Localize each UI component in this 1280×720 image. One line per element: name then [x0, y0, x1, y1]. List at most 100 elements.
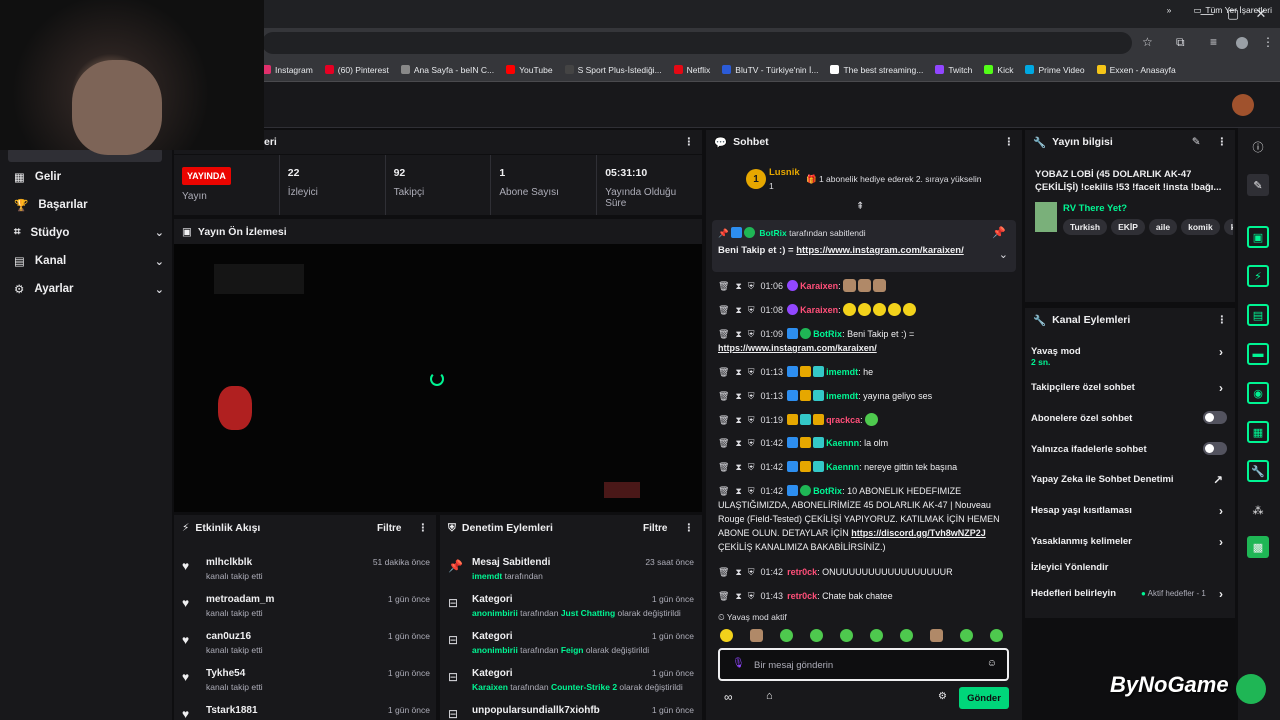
- moderator-name[interactable]: anonimbirii: [472, 645, 518, 655]
- bookmark-item[interactable]: The best streaming...: [830, 65, 923, 75]
- more-icon[interactable]: ⋮: [1004, 136, 1015, 148]
- delete-icon[interactable]: 🗑: [718, 415, 729, 425]
- sidebar-item-studyo[interactable]: ⌗ Stüdyo ⌄: [14, 226, 164, 239]
- channel-action-item[interactable]: İzleyici Yönlendir: [1031, 562, 1227, 573]
- moderator-name[interactable]: Karaixen: [472, 682, 508, 692]
- sidebar-item-ayarlar[interactable]: ⚙ Ayarlar ⌄: [14, 282, 164, 296]
- emoji-icon[interactable]: ☺: [987, 658, 997, 669]
- bookmark-item[interactable]: BluTV - Türkiye'nin İ...: [722, 65, 818, 75]
- channel-action-item[interactable]: Yasaklanmış kelimeler ›: [1031, 535, 1227, 549]
- chat-username[interactable]: retr0ck: [787, 591, 817, 601]
- ban-icon[interactable]: ⛨: [748, 438, 755, 448]
- stream-tag[interactable]: Turkish: [1063, 219, 1108, 235]
- filter-button[interactable]: Filtre: [377, 523, 401, 534]
- category-name[interactable]: Counter-Strike 2: [551, 682, 617, 692]
- note-icon[interactable]: ▤: [1247, 304, 1269, 326]
- chat-username[interactable]: qrackca: [826, 415, 860, 425]
- delete-icon[interactable]: 🗑: [718, 486, 729, 496]
- sidebar-item-gelir[interactable]: ▦ Gelir: [14, 170, 164, 184]
- timeout-icon[interactable]: ⧗: [735, 329, 741, 339]
- chat-message[interactable]: 🗑 ⧗ ⛨ 01:42 BotRix: 10 ABONELIK HEDEFIMIZE U…: [718, 484, 1014, 554]
- moderator-name[interactable]: anonimbirii: [472, 608, 518, 618]
- all-bookmarks-link[interactable]: Tüm Yer İşaretleri: [1205, 5, 1272, 16]
- timeout-icon[interactable]: ⧗: [735, 567, 741, 577]
- quick-emote-icon[interactable]: [990, 629, 1003, 642]
- bookmark-item[interactable]: Ana Sayfa - beIN C...: [400, 65, 494, 75]
- sidebar-item-basarilar[interactable]: 🏆 Başarılar: [14, 198, 164, 212]
- camera-icon[interactable]: ▣: [1247, 226, 1269, 248]
- store-icon[interactable]: ⌂: [766, 690, 773, 702]
- chat-username[interactable]: Kaennn: [826, 438, 859, 448]
- bookmark-item[interactable]: Instagram: [262, 65, 313, 75]
- bookmark-item[interactable]: Prime Video: [1025, 65, 1085, 75]
- chat-message[interactable]: 🗑 ⧗ ⛨ 01:43 retr0ck: Chate bak chatee: [718, 589, 1014, 603]
- avatar[interactable]: [1232, 94, 1254, 116]
- channel-action-item[interactable]: Yapay Zeka ile Sohbet Denetimi ↗: [1031, 473, 1227, 487]
- stream-preview[interactable]: [174, 244, 702, 512]
- more-icon[interactable]: ⋮: [418, 522, 429, 534]
- chat-link[interactable]: https://discord.gg/Tvh8wNZP2J: [851, 528, 986, 538]
- pinned-link[interactable]: https://www.instagram.com/karaixen/: [796, 245, 964, 256]
- channel-action-item[interactable]: Yalnızca ifadelerle sohbet: [1031, 442, 1227, 455]
- chat-username[interactable]: BotRix: [813, 329, 842, 339]
- send-button[interactable]: Gönder: [959, 687, 1009, 709]
- unpin-icon[interactable]: 📌: [992, 226, 1006, 239]
- stream-tag[interactable]: EKİP: [1111, 219, 1145, 235]
- timeout-icon[interactable]: ⧗: [735, 591, 741, 601]
- quick-emote-icon[interactable]: [930, 629, 943, 642]
- chat-message[interactable]: 🗑 ⧗ ⛨ 01:42 retr0ck: ONUUUUUUUUUUUUUUUUUR: [718, 565, 1014, 579]
- share-icon[interactable]: ⁂: [1247, 499, 1269, 521]
- points-icon[interactable]: ∞: [724, 690, 733, 704]
- timeout-icon[interactable]: ⧗: [735, 415, 741, 425]
- chat-input[interactable]: 🎙 Bir mesaj gönderin ☺: [718, 648, 1009, 681]
- chat-message[interactable]: 🗑 ⧗ ⛨ 01:13 imemdt: he: [718, 365, 1014, 379]
- delete-icon[interactable]: 🗑: [718, 438, 729, 448]
- delete-icon[interactable]: 🗑: [718, 462, 729, 472]
- info-icon[interactable]: ⓘ: [1247, 136, 1269, 158]
- bookmark-item[interactable]: Kick: [984, 65, 1013, 75]
- timeout-icon[interactable]: ⧗: [735, 305, 741, 315]
- delete-icon[interactable]: 🗑: [718, 391, 729, 401]
- chat-message[interactable]: 🗑 ⧗ ⛨ 01:42 Kaennn: nereye gittin tek başına: [718, 460, 1014, 474]
- delete-icon[interactable]: 🗑: [718, 329, 729, 339]
- timeout-icon[interactable]: ⧗: [735, 462, 741, 472]
- delete-icon[interactable]: 🗑: [718, 591, 729, 601]
- delete-icon[interactable]: 🗑: [718, 567, 729, 577]
- ban-icon[interactable]: ⛨: [748, 305, 755, 315]
- more-icon[interactable]: ⋮: [684, 522, 695, 534]
- chat-bubble-icon[interactable]: ▬: [1247, 343, 1269, 365]
- broadcast-icon[interactable]: ◉: [1247, 382, 1269, 404]
- quick-emote-icon[interactable]: [750, 629, 763, 642]
- timeout-icon[interactable]: ⧗: [735, 438, 741, 448]
- channel-action-item[interactable]: Yavaş mod 2 sn. ›: [1031, 345, 1227, 367]
- ban-icon[interactable]: ⛨: [748, 567, 755, 577]
- delete-icon[interactable]: 🗑: [718, 367, 729, 377]
- chat-message[interactable]: 🗑 ⧗ ⛨ 01:08 Karaixen:: [718, 303, 1014, 317]
- bookmark-item[interactable]: Netflix: [673, 65, 710, 75]
- more-icon[interactable]: ⋮: [1217, 314, 1228, 326]
- chevron-down-icon[interactable]: ⌄: [999, 248, 1008, 261]
- quick-emote-icon[interactable]: [900, 629, 913, 642]
- url-input[interactable]: [262, 32, 1132, 54]
- category-name[interactable]: Just Chatting: [561, 608, 615, 618]
- menu-icon[interactable]: ⋮: [1262, 35, 1274, 49]
- chat-username[interactable]: Karaixen: [800, 281, 838, 291]
- chat-message[interactable]: 🗑 ⧗ ⛨ 01:19 qrackca:: [718, 413, 1014, 427]
- bookmark-item[interactable]: Twitch: [935, 65, 972, 75]
- star-icon[interactable]: ☆: [1142, 35, 1153, 49]
- bookmark-item[interactable]: (60) Pinterest: [324, 65, 389, 75]
- ban-icon[interactable]: ⛨: [748, 329, 755, 339]
- ban-icon[interactable]: ⛨: [748, 591, 755, 601]
- channel-action-item[interactable]: Takipçilere özel sohbet ›: [1031, 381, 1227, 395]
- channel-action-item[interactable]: Hedefleri belirleyin ● Aktif hedefler - 1…: [1031, 587, 1227, 601]
- chat-message[interactable]: 🗑 ⧗ ⛨ 01:13 imemdt: yayına geliyo ses: [718, 389, 1014, 403]
- chat-username[interactable]: imemdt: [826, 367, 858, 377]
- scroll-up-icon[interactable]: ⇞: [856, 201, 868, 212]
- lightning-icon[interactable]: ⚡: [1247, 265, 1269, 287]
- sidebar-item-kanal[interactable]: ▤ Kanal ⌄: [14, 254, 164, 268]
- moderator-name[interactable]: imemdt: [472, 571, 502, 581]
- chat-message[interactable]: 🗑 ⧗ ⛨ 01:06 Karaixen:: [718, 279, 1014, 293]
- mic-icon[interactable]: 🎙: [732, 658, 745, 669]
- quick-emote-icon[interactable]: [870, 629, 883, 642]
- timeout-icon[interactable]: ⧗: [735, 486, 741, 496]
